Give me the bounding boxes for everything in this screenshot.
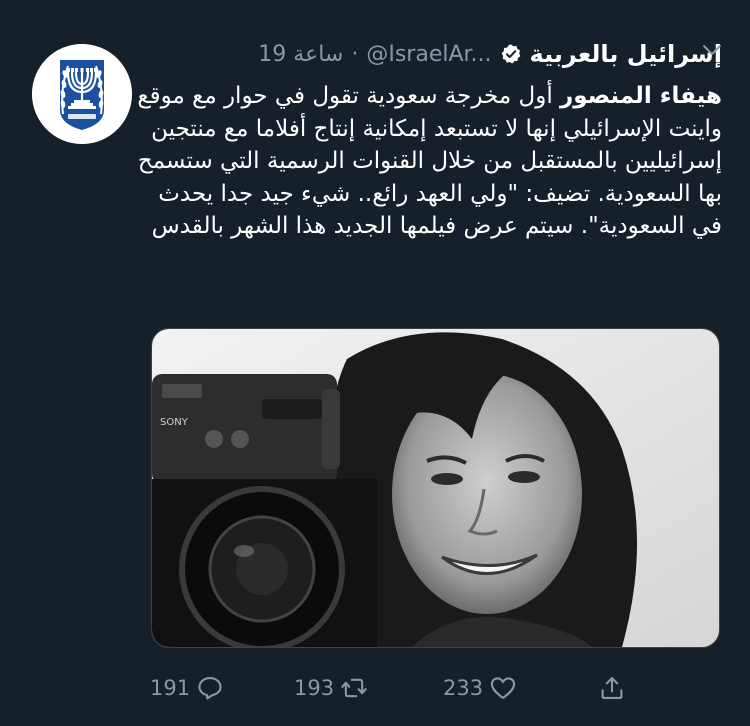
emblem-logo-icon	[32, 44, 132, 144]
share-button[interactable]	[598, 668, 626, 708]
display-name[interactable]: إسرائيل بالعربية	[530, 40, 722, 68]
heart-icon	[490, 677, 516, 699]
retweet-count: 193	[294, 676, 335, 700]
svg-text:SONY: SONY	[160, 417, 189, 428]
photo-image: SONY	[152, 329, 719, 647]
tweet-media-photo[interactable]: SONY	[151, 328, 720, 648]
profile-avatar[interactable]	[32, 44, 132, 144]
reply-button[interactable]: 191	[150, 668, 224, 708]
separator-dot: ·	[351, 41, 359, 67]
like-count: 233	[443, 676, 484, 700]
tweet-actions: 191 193 233	[150, 668, 630, 708]
tweet-header: إسرائيل بالعربية @IsraelAr... · 19 ساعة	[258, 36, 722, 72]
retweet-button[interactable]: 193	[294, 668, 368, 708]
like-button[interactable]: 233	[443, 668, 517, 708]
verified-badge-icon	[501, 44, 520, 64]
reply-count: 191	[150, 676, 191, 700]
chevron-down-icon[interactable]	[700, 38, 724, 62]
share-icon	[601, 677, 623, 699]
reply-icon	[198, 677, 222, 700]
tweet-timestamp[interactable]: 19 ساعة	[258, 42, 343, 67]
tweet-text: هيفاء المنصور أول مخرجة سعودية تقول في ح…	[132, 80, 722, 243]
tweet-text-mention: هيفاء المنصور	[560, 83, 722, 109]
retweet-icon	[341, 678, 367, 698]
user-handle[interactable]: @IsraelAr...	[366, 42, 491, 67]
